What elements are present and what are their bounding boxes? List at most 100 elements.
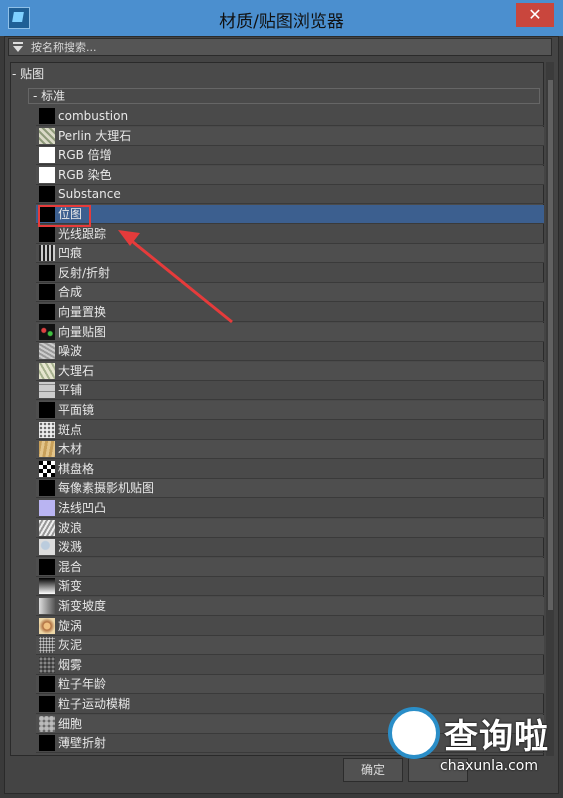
list-item-label: 反射/折射 (58, 266, 111, 280)
list-item[interactable]: 合成 (36, 283, 544, 302)
list-item[interactable]: 位图 (36, 205, 544, 224)
map-swatch-icon (39, 480, 55, 496)
list-item-label: 灰泥 (58, 638, 83, 652)
map-swatch-icon (39, 657, 55, 673)
map-swatch-icon (39, 128, 55, 144)
list-item-label: 烟雾 (58, 658, 83, 672)
list-item[interactable]: Substance (36, 185, 544, 204)
list-item[interactable]: 烟雾 (36, 656, 544, 675)
list-item-label: 棋盘格 (58, 462, 95, 476)
list-item-label: 薄壁折射 (58, 736, 107, 750)
map-swatch-icon (39, 108, 55, 124)
watermark-title: 查询啦 (444, 717, 549, 757)
list-item[interactable]: 反射/折射 (36, 264, 544, 283)
list-item-label: 平铺 (58, 383, 83, 397)
list-item[interactable]: 渐变 (36, 577, 544, 596)
map-swatch-icon (39, 284, 55, 300)
list-item-label: 粒子运动模糊 (58, 697, 131, 711)
map-swatch-icon (39, 304, 55, 320)
list-item-label: 波浪 (58, 521, 83, 535)
list-item-label: 旋涡 (58, 619, 83, 633)
list-item[interactable]: 木材 (36, 440, 544, 459)
list-item[interactable]: 凹痕 (36, 244, 544, 263)
list-item-label: RGB 染色 (58, 168, 112, 182)
list-item[interactable]: combustion (36, 107, 544, 126)
list-item-label: 每像素摄影机贴图 (58, 481, 155, 495)
list-item-label: 泼溅 (58, 540, 83, 554)
watermark-url: chaxunla.com (440, 758, 538, 774)
list-item[interactable]: 向量贴图 (36, 323, 544, 342)
list-item[interactable]: 平面镜 (36, 401, 544, 420)
list-item-label: 向量置换 (58, 305, 107, 319)
map-swatch-icon (39, 226, 55, 242)
list-item[interactable]: 平铺 (36, 381, 544, 400)
map-swatch-icon (39, 578, 55, 594)
list-item[interactable]: 灰泥 (36, 636, 544, 655)
watermark-logo: 查询啦 chaxunla.com (384, 703, 559, 793)
list-item-label: 细胞 (58, 717, 83, 731)
list-item[interactable]: 粒子年龄 (36, 675, 544, 694)
list-item[interactable]: 棋盘格 (36, 460, 544, 479)
list-item[interactable]: 每像素摄影机贴图 (36, 479, 544, 498)
menu-triangle-icon[interactable] (12, 41, 24, 53)
map-swatch-icon (39, 520, 55, 536)
map-swatch-icon (39, 559, 55, 575)
list-item[interactable]: 波浪 (36, 519, 544, 538)
list-item-label: 位图 (58, 207, 83, 221)
map-swatch-icon (39, 382, 55, 398)
list-item-label: 斑点 (58, 423, 83, 437)
map-swatch-icon (39, 696, 55, 712)
group-maps-header[interactable]: - 贴图 (12, 66, 542, 82)
search-input[interactable] (31, 40, 546, 54)
map-swatch-icon (39, 716, 55, 732)
list-item-label: Substance (58, 187, 121, 201)
map-swatch-icon (39, 324, 55, 340)
list-item[interactable]: Perlin 大理石 (36, 127, 544, 146)
watermark-badge-icon (388, 707, 440, 759)
map-swatch-icon (39, 186, 55, 202)
subgroup-standard-header[interactable]: - 标准 (28, 88, 540, 104)
list-item[interactable]: RGB 倍增 (36, 146, 544, 165)
list-item-label: 凹痕 (58, 246, 83, 260)
map-swatch-icon (39, 539, 55, 555)
title-bar: 材质/贴图浏览器 ✕ (0, 0, 563, 36)
scroll-thumb[interactable] (548, 80, 553, 610)
list-item[interactable]: 光线跟踪 (36, 225, 544, 244)
list-item[interactable]: 泼溅 (36, 538, 544, 557)
map-swatch-icon (39, 363, 55, 379)
map-swatch-icon (39, 441, 55, 457)
map-swatch-icon (39, 167, 55, 183)
map-swatch-icon (39, 265, 55, 281)
map-swatch-icon (39, 402, 55, 418)
map-swatch-icon (39, 461, 55, 477)
map-swatch-icon (39, 676, 55, 692)
list-item-label: 平面镜 (58, 403, 95, 417)
list-item-label: 光线跟踪 (58, 227, 107, 241)
list-item[interactable]: 大理石 (36, 362, 544, 381)
list-item-label: 法线凹凸 (58, 501, 107, 515)
map-swatch-icon (39, 735, 55, 751)
list-item[interactable]: 渐变坡度 (36, 597, 544, 616)
list-item[interactable]: 向量置换 (36, 303, 544, 322)
list-item-label: RGB 倍增 (58, 148, 112, 162)
list-item[interactable]: RGB 染色 (36, 166, 544, 185)
list-item[interactable]: 斑点 (36, 421, 544, 440)
list-item-label: 向量贴图 (58, 325, 107, 339)
list-item[interactable]: 混合 (36, 558, 544, 577)
map-swatch-icon (39, 245, 55, 261)
map-swatch-icon (39, 206, 55, 222)
window-title: 材质/贴图浏览器 (219, 12, 344, 32)
list-item-label: 木材 (58, 442, 83, 456)
map-swatch-icon (39, 147, 55, 163)
list-item[interactable]: 旋涡 (36, 617, 544, 636)
map-swatch-icon (39, 637, 55, 653)
map-swatch-icon (39, 598, 55, 614)
list-item-label: 大理石 (58, 364, 95, 378)
list-item-label: 噪波 (58, 344, 83, 358)
close-button[interactable]: ✕ (516, 3, 554, 27)
map-swatch-icon (39, 343, 55, 359)
list-item[interactable]: 法线凹凸 (36, 499, 544, 518)
list-item-label: 混合 (58, 560, 83, 574)
map-swatch-icon (39, 422, 55, 438)
list-item[interactable]: 噪波 (36, 342, 544, 361)
